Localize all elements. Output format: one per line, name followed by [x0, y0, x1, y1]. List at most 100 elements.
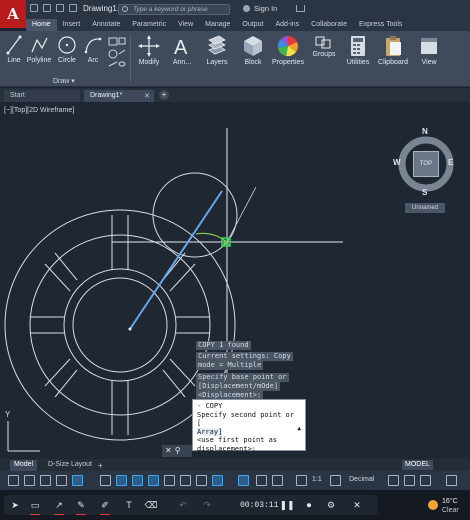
eraser-icon[interactable]: ⌫ [144, 498, 158, 512]
tab-output[interactable]: Output [236, 19, 269, 31]
utilities-button[interactable]: Utilities [343, 34, 373, 66]
clean-screen-icon[interactable] [420, 475, 431, 486]
arc-tool-button[interactable]: Arc [82, 34, 104, 64]
array-option[interactable]: Array] [197, 427, 223, 436]
highlighter-icon[interactable]: ✐ [98, 498, 112, 515]
screen-recorder-toolbar: ➤ ▭ ↗ ✎ ✐ T ⌫ ↶ ↷ 00:03:11 ❚❚ ⏺ ⚙ ✕ 16°C… [0, 490, 470, 520]
prompt-text: Specify second point or [ [197, 410, 294, 428]
scroll-up-icon[interactable]: ▲ [297, 425, 301, 434]
command-history-line: Current settings: Copy [196, 352, 293, 361]
annotation-scale[interactable]: 1:1 [312, 476, 322, 483]
command-prompt-popup[interactable]: - COPY Specify second point or [ Array] … [192, 399, 306, 453]
pointer-icon[interactable]: ➤ [8, 498, 22, 512]
d-size-layout-tab[interactable]: D-Size Layout [44, 460, 96, 471]
command-history-line: [Displacement/mOde] [196, 382, 281, 391]
ucs-menu[interactable]: Unnamed [405, 203, 445, 213]
line-tool-button[interactable]: Line [4, 34, 24, 64]
line-icon [6, 35, 22, 55]
properties-button[interactable]: Properties [271, 34, 305, 66]
viewcube-top-face[interactable]: TOP [413, 151, 439, 177]
tab-add-ins[interactable]: Add-ins [269, 19, 305, 31]
draw-panel-label[interactable]: Draw ▾ [53, 77, 75, 85]
search-input[interactable]: Type a keyword or phrase [118, 4, 230, 15]
lineweight-icon[interactable] [164, 475, 175, 486]
close-tab-icon[interactable]: ✕ [144, 92, 150, 100]
ortho-icon[interactable] [72, 475, 83, 486]
undo-icon[interactable] [69, 4, 77, 12]
rectangle-icon[interactable]: ▭ [28, 498, 42, 515]
tab-home[interactable]: Home [26, 19, 57, 31]
viewcube-west[interactable]: W [393, 158, 401, 167]
drawing-tab[interactable]: Drawing1* ✕ [84, 90, 154, 102]
annotation-visibility-icon[interactable] [296, 475, 307, 486]
start-tab[interactable]: Start [4, 90, 80, 102]
arrow-icon[interactable]: ↗ [52, 498, 66, 515]
layers-button[interactable]: Layers [201, 34, 233, 66]
isolate-objects-icon[interactable] [404, 475, 415, 486]
groups-button[interactable]: Groups [309, 34, 339, 58]
undo-icon[interactable]: ↶ [176, 498, 190, 512]
3d-osnap-icon[interactable] [212, 475, 223, 486]
quick-properties-icon[interactable] [388, 475, 399, 486]
tab-manage[interactable]: Manage [199, 19, 236, 31]
temperature: 16°C [442, 498, 458, 505]
infer-icon[interactable] [40, 475, 51, 486]
tab-collaborate[interactable]: Collaborate [305, 19, 353, 31]
weather-widget[interactable]: 16°C Clear [428, 497, 468, 519]
dynamic-ucs-icon[interactable] [238, 475, 249, 486]
viewcube-south[interactable]: S [422, 188, 427, 197]
customization-menu-icon[interactable] [446, 475, 457, 486]
drawing-canvas[interactable]: [−][Top][2D Wireframe] N S E W TOP Unnam… [0, 103, 470, 459]
add-layout-button[interactable]: + [98, 461, 103, 470]
title-bar: Drawing1.dwg Type a keyword or phrase Si… [0, 0, 470, 19]
pen-icon[interactable]: ✎ [74, 498, 88, 515]
tab-annotate[interactable]: Annotate [86, 19, 126, 31]
tab-express-tools[interactable]: Express Tools [353, 19, 408, 31]
tab-view[interactable]: View [172, 19, 199, 31]
view-panel-button[interactable]: View [414, 34, 444, 66]
circle-tool-button[interactable]: Circle [56, 34, 78, 64]
pause-icon[interactable]: ❚❚ [279, 498, 294, 512]
model-tab[interactable]: Model [10, 460, 38, 471]
viewcube-east[interactable]: E [448, 158, 453, 167]
draw-small-icons[interactable] [107, 36, 127, 72]
tab-parametric[interactable]: Parametric [126, 19, 172, 31]
model-space-indicator[interactable]: MODEL [402, 460, 433, 470]
tab-insert[interactable]: Insert [57, 19, 87, 31]
redo-icon[interactable]: ↷ [200, 498, 214, 512]
sign-in-button[interactable]: Sign In [243, 4, 277, 13]
selection-cycling-icon[interactable] [196, 475, 207, 486]
block-button[interactable]: Block [238, 34, 268, 66]
customize-icon[interactable]: ⚲ [175, 446, 181, 456]
viewcube-north[interactable]: N [422, 127, 428, 136]
annotation-button[interactable]: A Ann... [168, 34, 196, 66]
open-icon[interactable] [43, 4, 51, 12]
transparency-icon[interactable] [180, 475, 191, 486]
units-selector[interactable]: Decimal [349, 476, 374, 483]
modify-button[interactable]: Modify [133, 34, 165, 66]
polar-icon[interactable] [100, 475, 111, 486]
polyline-tool-button[interactable]: Polyline [26, 34, 52, 64]
stop-icon[interactable]: ⏺ [302, 498, 316, 512]
new-tab-button[interactable]: + [159, 90, 169, 100]
clipboard-button[interactable]: Clipboard [376, 34, 410, 66]
close-command-icon[interactable]: ✕ [165, 446, 172, 456]
gizmo-icon[interactable] [272, 475, 283, 486]
selection-filter-icon[interactable] [256, 475, 267, 486]
cart-icon[interactable] [296, 5, 305, 12]
workspace-icon[interactable] [330, 475, 341, 486]
object-snap-icon[interactable] [148, 475, 159, 486]
polyline-icon [31, 37, 48, 53]
save-icon[interactable] [56, 4, 64, 12]
object-snap-tracking-icon[interactable] [132, 475, 143, 486]
dynamic-input-icon[interactable] [56, 475, 67, 486]
grid-icon[interactable] [8, 475, 19, 486]
settings-icon[interactable]: ⚙ [324, 498, 338, 512]
isodraft-icon[interactable] [116, 475, 127, 486]
circle-tool-label: Circle [58, 57, 76, 64]
close-recorder-icon[interactable]: ✕ [350, 498, 364, 512]
application-menu-button[interactable]: A [0, 0, 26, 28]
new-icon[interactable] [30, 4, 38, 12]
snap-icon[interactable] [24, 475, 35, 486]
text-tool-icon[interactable]: T [122, 498, 136, 512]
